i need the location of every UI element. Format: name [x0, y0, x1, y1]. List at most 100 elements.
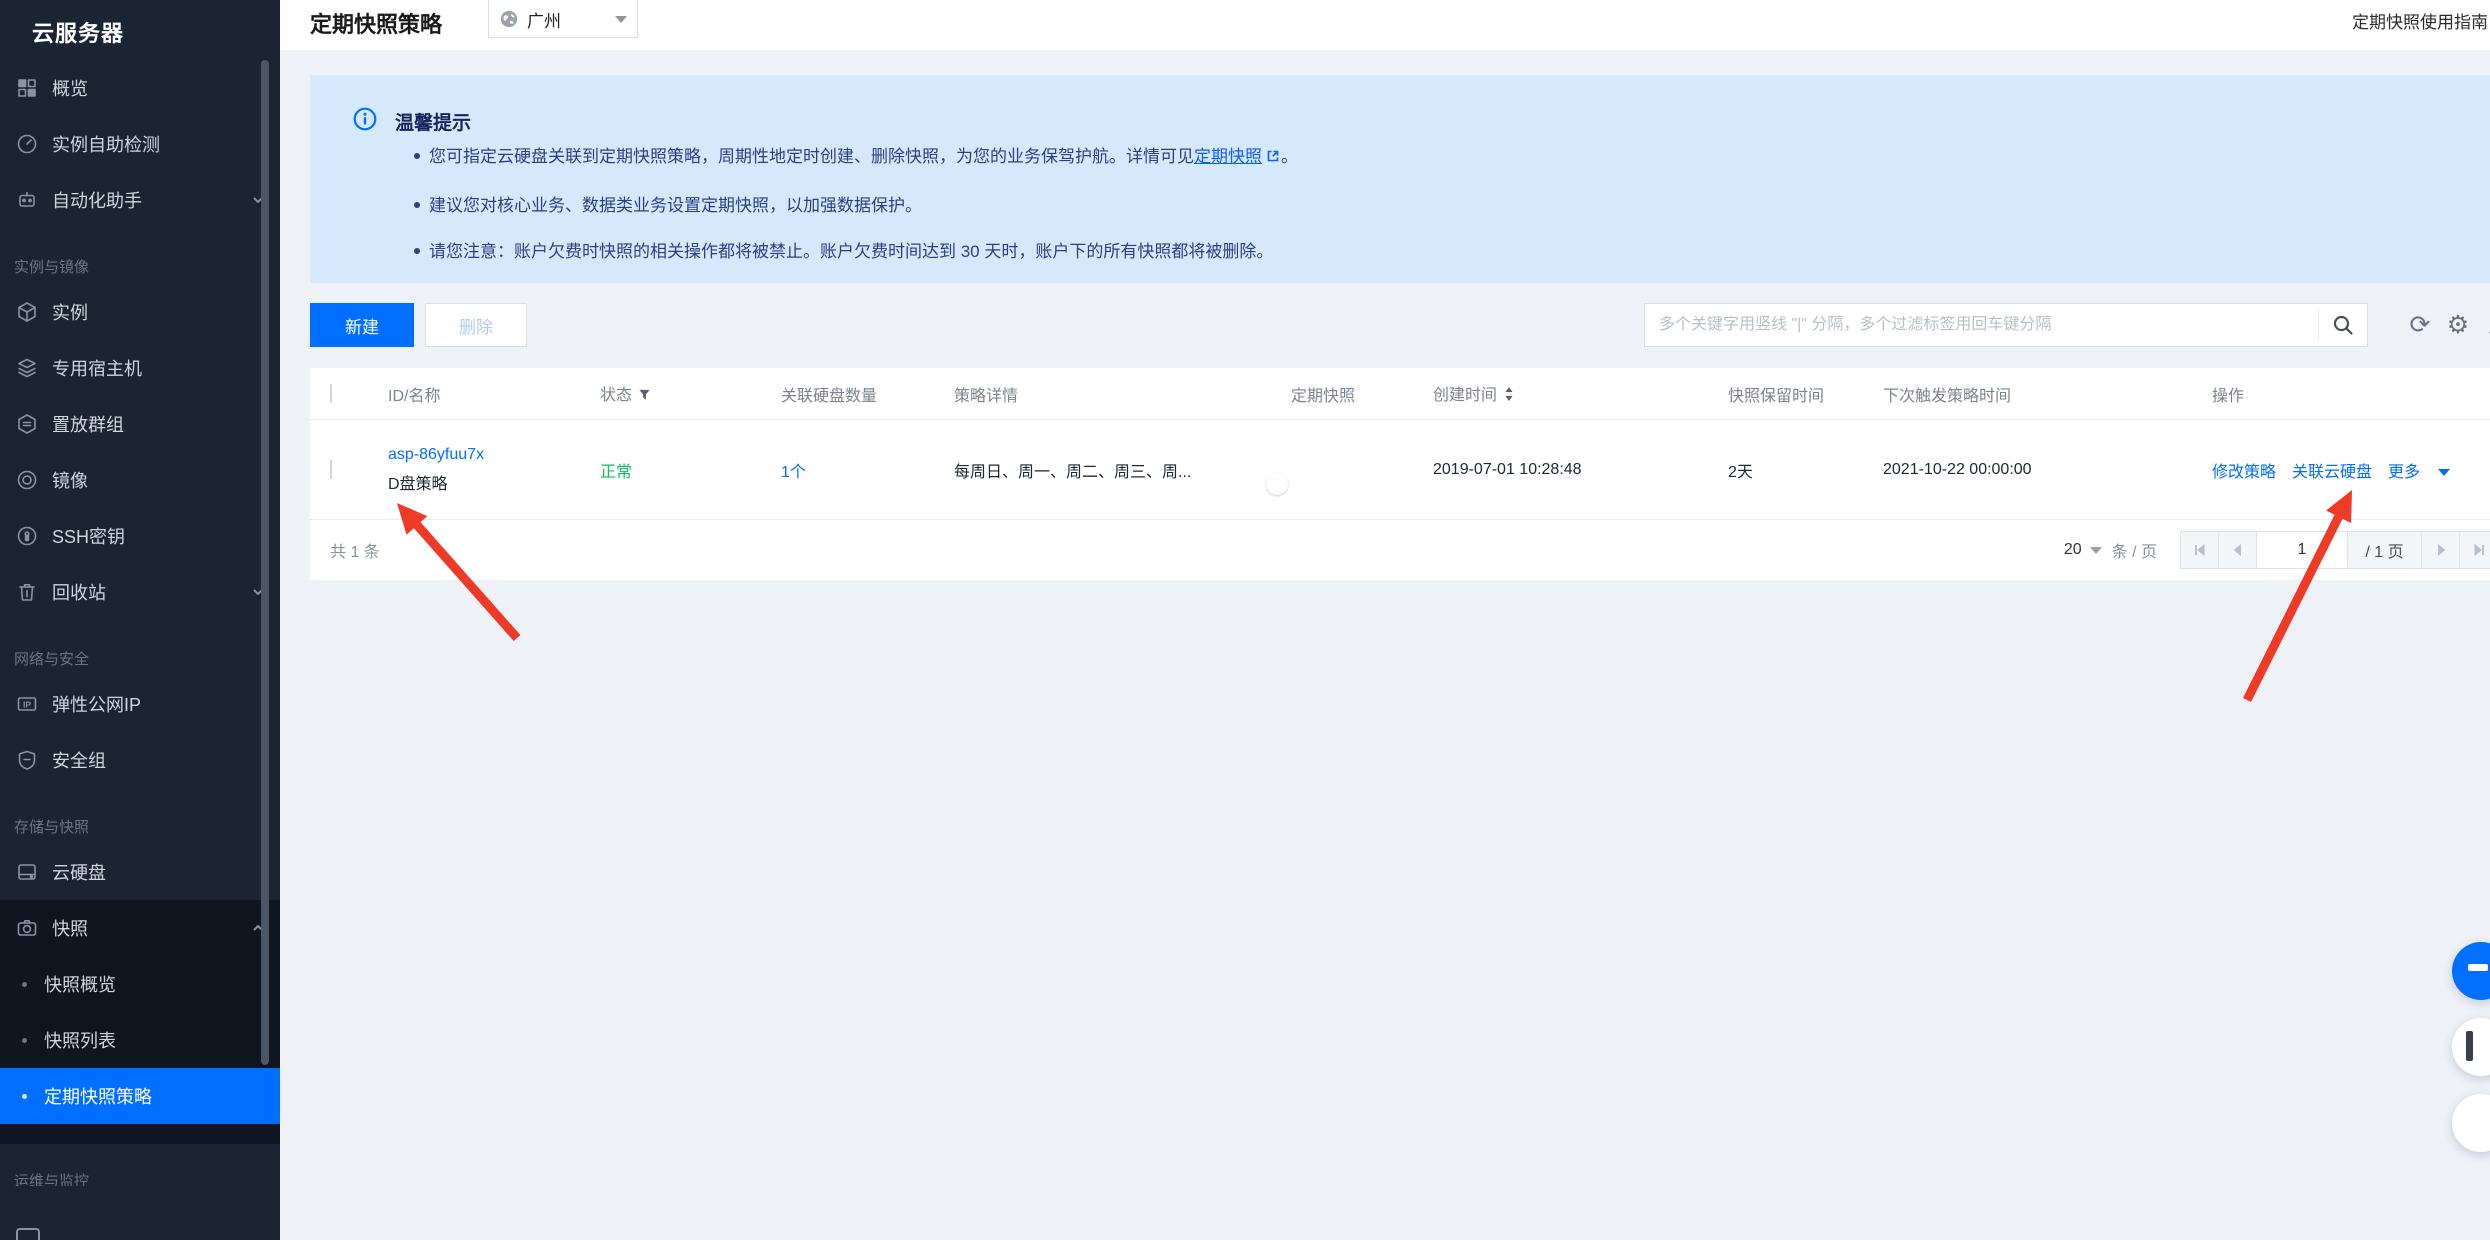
- chevron-down-icon[interactable]: [2090, 547, 2102, 554]
- region-selector[interactable]: 广州: [488, 0, 638, 38]
- table-header-row: ID/名称 状态 关联硬盘数量 策略详情 定期快照 创建时间 快照保留时间 下次…: [310, 368, 2490, 420]
- select-all-checkbox[interactable]: [330, 384, 332, 403]
- sidebar-item-overview[interactable]: 概览: [0, 60, 280, 116]
- sidebar-subitem-label: 快照列表: [44, 1027, 116, 1053]
- modify-policy-link[interactable]: 修改策略: [2212, 464, 2276, 481]
- bullet-dot-icon: [22, 1094, 27, 1099]
- search-icon[interactable]: [2319, 314, 2367, 336]
- retention-value: 2天: [1728, 458, 1883, 482]
- sidebar-item-snapshot[interactable]: 快照: [0, 900, 280, 956]
- total-count: 共 1 条: [310, 538, 380, 562]
- camera-icon: [14, 915, 40, 941]
- associate-disk-link[interactable]: 关联云硬盘: [2292, 464, 2372, 481]
- table-row: asp-86yfuu7x D盘策略 正常 1个 每周日、周一、周二、周三、周..…: [310, 420, 2490, 520]
- ip-badge-icon: IP: [14, 691, 40, 717]
- next-trigger-value: 2021-10-22 00:00:00: [1883, 461, 2212, 479]
- external-link-icon: [1265, 148, 1281, 164]
- col-created-at: 创建时间: [1433, 381, 1728, 407]
- hexagon-icon: [14, 411, 40, 437]
- floating-feedback-button[interactable]: [2452, 942, 2490, 1000]
- sidebar-item-snapshot-list[interactable]: 快照列表: [0, 1012, 280, 1068]
- sidebar-item-cbs[interactable]: 云硬盘: [0, 844, 280, 900]
- row-checkbox[interactable]: [330, 460, 332, 479]
- alert-bullet-2: 建议您对核心业务、数据类业务设置定期快照，以加强数据保护。: [414, 194, 922, 218]
- delete-button[interactable]: 删除: [425, 303, 527, 347]
- sidebar-item-images[interactable]: 镜像: [0, 452, 280, 508]
- sidebar-item-snapshot-overview[interactable]: 快照概览: [0, 956, 280, 1012]
- sidebar-item-eip[interactable]: IP 弹性公网IP: [0, 676, 280, 732]
- sidebar-subitem-label: 定期快照策略: [44, 1083, 152, 1109]
- chevron-down-icon: [615, 16, 627, 23]
- cube-icon: [14, 299, 40, 325]
- sidebar: 云服务器 概览 实例自助检测 自动化助手 实例与镜像 实例 专用宿主机 置放群组…: [0, 0, 280, 1240]
- created-at-value: 2019-07-01 10:28:48: [1433, 461, 1728, 479]
- sidebar-section-ops-clipped: 运维与监控: [0, 1172, 280, 1186]
- row-actions: 修改策略关联云硬盘更多: [2212, 458, 2490, 482]
- info-alert: 温馨提示 您可指定云硬盘关联到定期快照策略，周期性地定时创建、删除快照，为您的业…: [310, 75, 2490, 283]
- cell-id-name: asp-86yfuu7x D盘策略: [388, 446, 600, 494]
- col-retention: 快照保留时间: [1728, 382, 1883, 406]
- sidebar-section-storage: 存储与快照: [0, 812, 280, 844]
- sidebar-item-ssh-keys[interactable]: SSH密钥: [0, 508, 280, 564]
- disk-count-link[interactable]: 1个: [781, 464, 806, 481]
- sidebar-item-security-group[interactable]: 安全组: [0, 732, 280, 788]
- floating-help-button[interactable]: [2452, 1094, 2490, 1152]
- download-icon[interactable]: [2479, 306, 2490, 344]
- bullet-dot-icon: [22, 1038, 27, 1043]
- page-header: 定期快照策略 广州 定期快照使用指南: [280, 0, 2490, 50]
- sidebar-item-recycle-bin[interactable]: 回收站: [0, 564, 280, 620]
- sidebar-section-instances: 实例与镜像: [0, 252, 280, 284]
- col-id-name: ID/名称: [388, 382, 600, 406]
- next-page-button[interactable]: [2421, 531, 2460, 569]
- sidebar-item-dedicated-host[interactable]: 专用宿主机: [0, 340, 280, 396]
- sidebar-item-label: 弹性公网IP: [52, 691, 141, 717]
- sidebar-section-network: 网络与安全: [0, 644, 280, 676]
- per-page-label: 条 / 页: [2112, 538, 2157, 562]
- sidebar-item-label: 安全组: [52, 747, 106, 773]
- filter-icon[interactable]: [637, 387, 652, 407]
- target-icon: [14, 467, 40, 493]
- sort-icon[interactable]: [1502, 386, 1516, 407]
- sidebar-item-label: 快照: [52, 915, 88, 941]
- robot-icon: [14, 187, 40, 213]
- alert-title: 温馨提示: [395, 108, 471, 135]
- policy-name: D盘策略: [388, 470, 600, 494]
- sidebar-item-label: 镜像: [52, 467, 88, 493]
- page-title: 定期快照策略: [310, 0, 442, 50]
- chevron-down-icon: [2438, 469, 2450, 476]
- col-next-trigger: 下次触发策略时间: [1883, 382, 2212, 406]
- sidebar-subitem-label: 快照概览: [44, 971, 116, 997]
- toggle-knob: [1266, 473, 1288, 495]
- last-page-button[interactable]: [2459, 531, 2490, 569]
- page-size-value[interactable]: 20: [2064, 541, 2082, 559]
- info-icon: [352, 106, 378, 132]
- search-input[interactable]: [1645, 316, 2318, 334]
- sidebar-item-automation[interactable]: 自动化助手: [0, 172, 280, 228]
- status-badge: 正常: [600, 458, 781, 482]
- bullet-dot-icon: [414, 248, 420, 254]
- scheduled-snapshot-doc-link[interactable]: 定期快照: [1194, 147, 1262, 166]
- sidebar-item-scheduled-snapshot-policy[interactable]: 定期快照策略: [0, 1068, 280, 1124]
- sidebar-scrollbar[interactable]: [261, 60, 269, 1065]
- create-button[interactable]: 新建: [310, 303, 414, 347]
- bullet-dot-icon: [22, 982, 27, 987]
- first-page-button[interactable]: [2180, 531, 2219, 569]
- sidebar-item-placement-group[interactable]: 置放群组: [0, 396, 280, 452]
- policy-id-link[interactable]: asp-86yfuu7x: [388, 446, 600, 464]
- gear-icon[interactable]: ⚙: [2439, 306, 2477, 344]
- prev-page-button[interactable]: [2218, 531, 2257, 569]
- sidebar-item-self-check[interactable]: 实例自助检测: [0, 116, 280, 172]
- page-number-input[interactable]: [2256, 531, 2348, 569]
- layers-icon: [14, 355, 40, 381]
- sidebar-item-label: 专用宿主机: [52, 355, 142, 381]
- floating-contact-button[interactable]: [2452, 1018, 2490, 1076]
- page-total-label: / 1 页: [2347, 531, 2422, 569]
- disk-icon: [14, 859, 40, 885]
- refresh-icon[interactable]: ⟳: [2401, 306, 2439, 344]
- more-link[interactable]: 更多: [2388, 464, 2466, 481]
- usage-guide-link[interactable]: 定期快照使用指南: [2352, 0, 2488, 46]
- sidebar-item-instances[interactable]: 实例: [0, 284, 280, 340]
- sidebar-group-snapshot: 快照 快照概览 快照列表 定期快照策略: [0, 900, 280, 1144]
- shield-icon: [14, 747, 40, 773]
- col-status: 状态: [600, 381, 781, 407]
